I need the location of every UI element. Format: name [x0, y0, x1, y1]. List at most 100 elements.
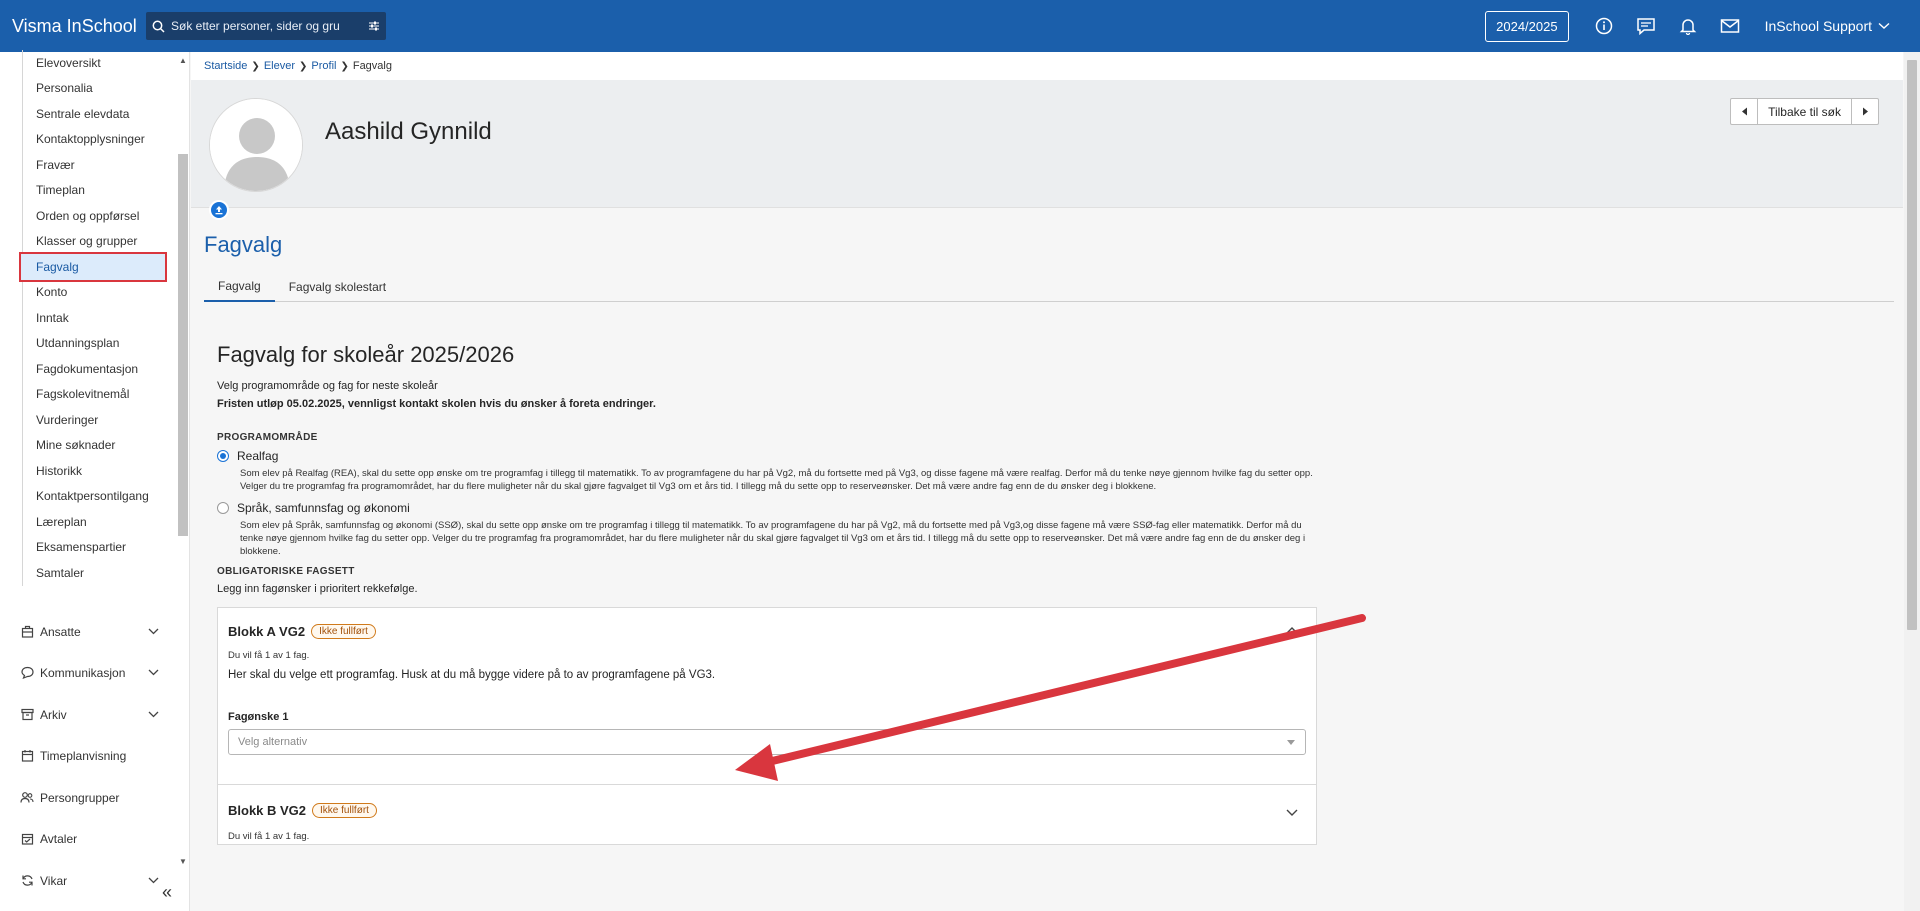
block-count: Du vil få 1 av 1 fag. [228, 831, 310, 842]
chat-icon [20, 666, 34, 680]
chevron-down-icon[interactable] [1286, 809, 1298, 817]
sidebar-item-mine-soknader[interactable]: Mine søknader [23, 433, 172, 459]
nav-label: Avtaler [40, 831, 78, 846]
sidebar-scroll-thumb[interactable] [178, 154, 188, 536]
block-title: Blokk A VG2 [228, 623, 306, 639]
nav-avtaler[interactable]: Avtaler [0, 818, 175, 859]
bell-icon[interactable] [1667, 0, 1709, 52]
chevron-down-icon [148, 628, 159, 635]
search-box[interactable] [146, 12, 386, 40]
breadcrumb-elever[interactable]: Elever [264, 60, 295, 72]
block-text: Her skal du velge ett programfag. Husk a… [228, 669, 716, 681]
calendar-icon [20, 749, 34, 763]
sidebar-item-timeplan[interactable]: Timeplan [23, 178, 172, 204]
refresh-icon [20, 874, 34, 888]
sidebar-item-samtaler[interactable]: Samtaler [23, 560, 172, 586]
profile-header: Aashild Gynnild Tilbake til søk [191, 80, 1903, 220]
nav-persongrupper[interactable]: Persongrupper [0, 777, 175, 818]
block-card: Blokk B VG2 Ikke fullført Du vil få 1 av… [217, 785, 1317, 845]
avatar [209, 98, 303, 192]
sidebar-item-inntak[interactable]: Inntak [23, 305, 172, 331]
option-help-text: Som elev på Språk, samfunnsfag og økonom… [240, 520, 1306, 557]
sidebar-item-vurderinger[interactable]: Vurderinger [23, 407, 172, 433]
tab-fagvalg-skolestart[interactable]: Fagvalg skolestart [275, 272, 400, 302]
upload-photo-icon[interactable] [209, 200, 229, 220]
student-submenu: Elevoversikt Personalia Sentrale elevdat… [19, 50, 172, 586]
nav-label: Vikar [40, 873, 68, 888]
sidebar-item-fravaer[interactable]: Fravær [23, 152, 172, 178]
sidebar-item-elevoversikt[interactable]: Elevoversikt [23, 50, 172, 76]
filter-sliders-icon[interactable] [368, 20, 380, 32]
sidebar-item-personalia[interactable]: Personalia [23, 76, 172, 102]
sidebar-item-sentrale-elevdata[interactable]: Sentrale elevdata [23, 101, 172, 127]
search-icon [152, 20, 165, 33]
nav-kommunikasjon[interactable]: Kommunikasjon [0, 652, 175, 693]
chevron-down-icon [1878, 22, 1890, 29]
tab-fagvalg[interactable]: Fagvalg [204, 272, 275, 302]
sidebar-item-fagdokumentasjon[interactable]: Fagdokumentasjon [23, 356, 172, 382]
chevron-right-icon: ❯ [299, 60, 308, 72]
page-scrollbar[interactable] [1904, 52, 1920, 911]
nav-label: Ansatte [40, 624, 81, 639]
field-label: Fagønske 1 [228, 711, 289, 723]
next-record-button[interactable] [1852, 99, 1878, 124]
sidebar-item-kontaktpersontilgang[interactable]: Kontaktpersontilgang [23, 484, 172, 510]
nav-arkiv[interactable]: Arkiv [0, 694, 175, 735]
status-badge: Ikke fullført [312, 802, 377, 818]
scroll-down-arrow-icon[interactable]: ▼ [178, 857, 188, 867]
section-title: Fagvalg for skoleår 2025/2026 [217, 342, 515, 367]
sidebar-item-historikk[interactable]: Historikk [23, 458, 172, 484]
archive-icon [20, 708, 34, 722]
option-realfag[interactable]: Realfag [217, 449, 1317, 463]
sidebar-item-fagskolevitnemal[interactable]: Fagskolevitnemål [23, 382, 172, 408]
breadcrumb-startside[interactable]: Startside [204, 60, 247, 72]
nav-ansatte[interactable]: Ansatte [0, 611, 175, 652]
sidebar: Elevoversikt Personalia Sentrale elevdat… [0, 50, 190, 911]
search-input[interactable] [171, 19, 368, 33]
radio-sprak[interactable] [217, 502, 229, 514]
program-area-label: PROGRAMOMRÅDE [217, 432, 318, 443]
scroll-up-arrow-icon[interactable]: ▲ [178, 56, 188, 66]
sidebar-item-laereplan[interactable]: Læreplan [23, 509, 172, 535]
sidebar-item-klasser[interactable]: Klasser og grupper [23, 229, 172, 255]
user-menu[interactable]: InSchool Support [1765, 18, 1890, 34]
chevron-up-icon[interactable] [1286, 626, 1298, 634]
breadcrumb-profil[interactable]: Profil [311, 60, 336, 72]
user-name: InSchool Support [1764, 18, 1872, 34]
mandatory-label: OBLIGATORISKE FAGSETT [217, 566, 355, 577]
message-board-icon[interactable] [1625, 0, 1667, 52]
option-label: Språk, samfunnsfag og økonomi [237, 501, 410, 515]
nav-label: Kommunikasjon [40, 665, 126, 680]
sidebar-item-eksamenspartier[interactable]: Eksamenspartier [23, 535, 172, 561]
sidebar-item-orden[interactable]: Orden og oppførsel [23, 203, 172, 229]
info-icon[interactable] [1583, 0, 1625, 52]
sidebar-item-kontaktopplysninger[interactable]: Kontaktopplysninger [23, 127, 172, 153]
back-to-search-button[interactable]: Tilbake til søk [1757, 99, 1852, 124]
page-scroll-thumb[interactable] [1907, 60, 1917, 630]
breadcrumb-current: Fagvalg [352, 60, 392, 72]
nav-label: Timeplanvisning [40, 748, 127, 763]
status-badge: Ikke fullført [311, 623, 376, 639]
mail-icon[interactable] [1709, 0, 1751, 52]
app-title[interactable]: Visma InSchool [12, 16, 146, 37]
building-icon [20, 625, 34, 639]
nav-label: Persongrupper [40, 790, 120, 805]
fagvalg-form: Fagvalg for skoleår 2025/2026 Velg progr… [217, 342, 1317, 845]
school-year-button[interactable]: 2024/2025 [1485, 10, 1569, 42]
radio-realfag[interactable] [217, 450, 229, 462]
record-navigation: Tilbake til søk [1730, 98, 1879, 125]
sidebar-item-konto[interactable]: Konto [23, 280, 172, 306]
nav-timeplanvisning[interactable]: Timeplanvisning [0, 735, 175, 776]
option-sprak[interactable]: Språk, samfunnsfag og økonomi [217, 501, 1317, 515]
sidebar-item-utdanningsplan[interactable]: Utdanningsplan [23, 331, 172, 357]
chevron-right-icon: ❯ [251, 60, 260, 72]
caret-down-icon [1287, 740, 1295, 745]
tab-bar: Fagvalg Fagvalg skolestart [204, 272, 1894, 302]
select-placeholder: Velg alternativ [238, 736, 308, 748]
subject-select[interactable]: Velg alternativ [228, 729, 1306, 755]
people-icon [20, 791, 34, 805]
sidebar-item-fagvalg[interactable]: Fagvalg [19, 252, 167, 282]
previous-record-button[interactable] [1731, 99, 1757, 124]
collapse-sidebar-button[interactable]: « [162, 882, 172, 903]
nav-vikar[interactable]: Vikar [0, 860, 175, 901]
